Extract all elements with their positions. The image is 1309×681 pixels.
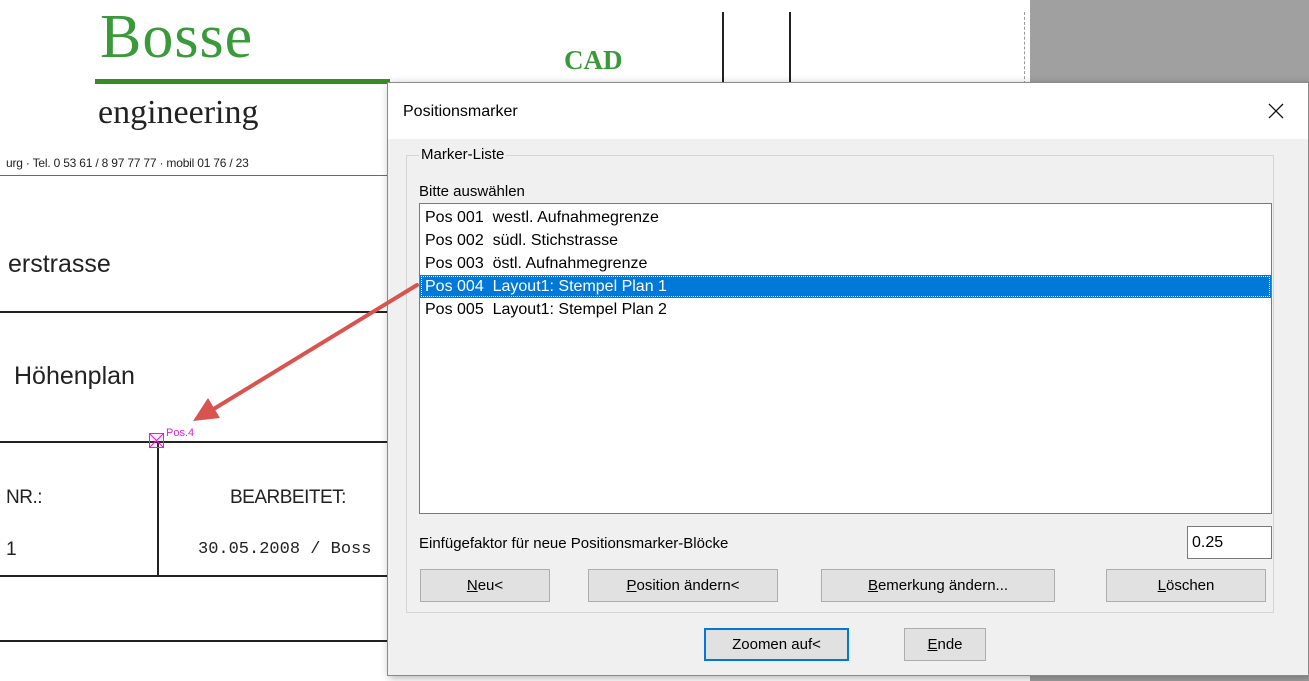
- list-prompt-label: Bitte auswählen: [419, 183, 525, 200]
- change-remark-button[interactable]: Bemerkung ändern...: [821, 569, 1055, 602]
- end-button[interactable]: Ende: [904, 628, 986, 661]
- marker-listbox[interactable]: Pos 001 westl. Aufnahmegrenze Pos 002 sü…: [419, 203, 1272, 514]
- marker-list-group-label: Marker-Liste: [419, 146, 507, 163]
- title-block-line: [0, 575, 390, 577]
- title-block-line: [0, 441, 390, 443]
- delete-button-label: öschen: [1165, 577, 1215, 594]
- title-block-line: [0, 640, 390, 642]
- edited-by-value: 30.05.2008 / Boss: [198, 540, 372, 559]
- delete-button[interactable]: Löschen: [1106, 569, 1266, 602]
- frame-line: [722, 12, 724, 84]
- title-block-divider: [157, 441, 159, 577]
- list-item[interactable]: Pos 001 westl. Aufnahmegrenze: [420, 206, 1271, 229]
- company-logo-cad: CAD: [564, 45, 623, 75]
- frame-line: [789, 12, 791, 84]
- zoom-to-button-label: Zoomen auf<: [732, 636, 821, 653]
- company-address: urg · Tel. 0 53 61 / 8 97 77 77 · mobil …: [6, 156, 249, 170]
- position-marker-label: Pos.4: [166, 427, 195, 439]
- company-logo-name: Bosse: [100, 3, 254, 71]
- change-remark-button-label: emerkung ändern...: [877, 577, 1009, 594]
- new-button[interactable]: Neu<: [420, 569, 550, 602]
- end-button-label: nde: [937, 636, 963, 653]
- title-block-line: [0, 311, 390, 313]
- position-marker-block[interactable]: [149, 433, 164, 448]
- new-button-mnemonic: N: [466, 577, 478, 594]
- plan-title: Höhenplan: [14, 362, 135, 390]
- close-icon: [1268, 103, 1284, 119]
- list-item[interactable]: Pos 003 östl. Aufnahmegrenze: [420, 252, 1271, 275]
- list-item[interactable]: Pos 004 Layout1: Stempel Plan 1: [420, 275, 1271, 298]
- insert-factor-label: Einfügefaktor für neue Positionsmarker-B…: [419, 535, 729, 552]
- list-item[interactable]: Pos 005 Layout1: Stempel Plan 2: [420, 298, 1271, 321]
- marker-cross-icon: [149, 433, 164, 448]
- address-divider: [0, 175, 390, 176]
- change-position-button-mnemonic: P: [626, 577, 637, 594]
- end-button-mnemonic: E: [927, 636, 938, 653]
- project-street: erstrasse: [8, 250, 111, 278]
- close-button[interactable]: [1256, 95, 1296, 127]
- change-position-button[interactable]: Position ändern<: [588, 569, 778, 602]
- positionsmarker-dialog: Positionsmarker Marker-Liste Bitte auswä…: [387, 82, 1309, 676]
- dialog-title: Positionsmarker: [403, 103, 518, 120]
- insert-factor-input[interactable]: [1187, 526, 1272, 559]
- number-label: NR.:: [6, 487, 43, 508]
- new-button-label: eu<: [477, 577, 504, 594]
- delete-button-mnemonic: L: [1157, 577, 1166, 594]
- dialog-titlebar[interactable]: Positionsmarker: [388, 83, 1308, 139]
- change-remark-button-mnemonic: B: [867, 577, 878, 594]
- zoom-to-button[interactable]: Zoomen auf<: [704, 628, 849, 661]
- layout-boundary-line: [1024, 12, 1025, 84]
- change-position-button-label: osition ändern<: [636, 577, 740, 594]
- logo-underline: [95, 79, 390, 84]
- number-value: 1: [6, 539, 17, 560]
- company-logo-subtitle: engineering: [98, 94, 259, 131]
- list-item[interactable]: Pos 002 südl. Stichstrasse: [420, 229, 1271, 252]
- edited-by-label: BEARBEITET:: [230, 487, 346, 508]
